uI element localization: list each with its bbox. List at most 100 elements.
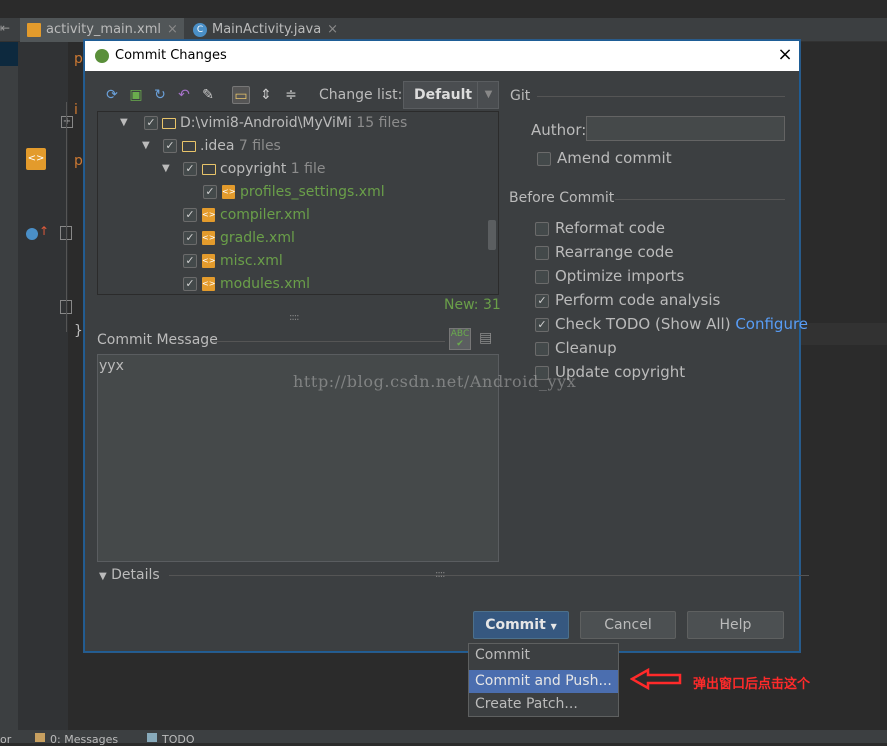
details-toggle[interactable]: ▼ Details — [99, 567, 160, 583]
tab-scroll-left-icon[interactable]: ⇤ — [0, 21, 10, 35]
perform-code-analysis-checkbox[interactable]: ✓ Perform code analysis — [535, 291, 720, 311]
menu-item-commit[interactable]: Commit — [469, 644, 618, 667]
splitter-grip[interactable]: :::: — [435, 569, 446, 580]
collapse-triangle-icon: ▼ — [99, 571, 107, 582]
xml-file-icon — [27, 23, 41, 37]
show-diff-icon[interactable]: ▣ — [127, 86, 145, 104]
menu-item-commit-and-push[interactable]: Commit and Push... — [469, 670, 618, 693]
dialog-title: Commit Changes — [115, 48, 227, 63]
override-marker-icon[interactable] — [26, 228, 38, 240]
xml-file-icon: <> — [202, 208, 215, 222]
editor-tab-bar: ⇤ activity_main.xml × C MainActivity.java… — [0, 18, 887, 42]
menu-item-create-patch[interactable]: Create Patch... — [469, 693, 618, 716]
expand-all-icon[interactable]: ⇕ — [257, 86, 275, 104]
move-icon[interactable]: ↻ — [151, 86, 169, 104]
checkbox-label: Rearrange code — [555, 243, 674, 261]
tree-meta: 7 files — [238, 138, 281, 154]
tab-mainactivity-java[interactable]: C MainActivity.java × — [186, 18, 344, 42]
changed-files-tree: ▼ ✓ D:\vimi8-Android\MyViMi 15 files ▼ ✓… — [97, 111, 499, 295]
tree-name: D:\vimi8-Android\MyViMi — [180, 115, 352, 131]
code-text: i — [74, 102, 78, 118]
details-label: Details — [111, 567, 160, 583]
watermark: http://blog.csdn.net/Android_yyx — [293, 372, 577, 391]
checkbox-box[interactable] — [535, 270, 549, 284]
todo-tool-tab[interactable]: TODO — [162, 733, 195, 746]
edit-source-icon[interactable]: ✎ — [199, 86, 217, 104]
tree-checkbox[interactable]: ✓ — [183, 208, 197, 222]
tab-activity-main-xml[interactable]: activity_main.xml × — [20, 18, 184, 42]
expand-triangle-icon[interactable]: ▼ — [120, 112, 128, 134]
expand-triangle-icon[interactable]: ▼ — [162, 158, 170, 180]
separator — [213, 341, 445, 342]
tree-scrollbar[interactable] — [488, 220, 496, 250]
checkbox-box[interactable]: ✓ — [535, 318, 549, 332]
checkbox-box[interactable] — [535, 222, 549, 236]
optimize-imports-checkbox[interactable]: Optimize imports — [535, 267, 685, 287]
layout-file-icon[interactable]: <> — [26, 148, 46, 170]
xml-file-icon: <> — [222, 185, 235, 199]
checkbox-label: Reformat code — [555, 219, 665, 237]
cancel-button[interactable]: Cancel — [580, 611, 676, 639]
tab-close-icon[interactable]: × — [327, 22, 338, 37]
tree-checkbox[interactable]: ✓ — [144, 116, 158, 130]
messages-tool-tab[interactable]: 0: Messages — [50, 733, 118, 746]
help-button[interactable]: Help — [687, 611, 784, 639]
commit-message-text: yyx — [99, 358, 124, 374]
changelist-label: Change list: — [319, 87, 403, 103]
ide-left-selected — [0, 42, 18, 66]
expand-triangle-icon[interactable]: ▼ — [142, 135, 150, 157]
tree-name: compiler.xml — [220, 207, 310, 223]
amend-commit-checkbox[interactable]: Amend commit — [537, 149, 672, 169]
rearrange-code-checkbox[interactable]: Rearrange code — [535, 243, 674, 263]
commit-button[interactable]: Commit ▼ — [473, 611, 569, 639]
tree-name: .idea — [200, 138, 235, 154]
dialog-titlebar[interactable]: Commit Changes × — [85, 41, 799, 71]
separator — [537, 96, 785, 97]
reformat-code-checkbox[interactable]: Reformat code — [535, 219, 665, 239]
fold-expand-icon[interactable]: + — [61, 116, 73, 128]
ide-left-toolbar — [0, 42, 18, 730]
chevron-down-icon[interactable]: ▼ — [477, 81, 499, 109]
tree-name: modules.xml — [220, 276, 311, 292]
tree-checkbox[interactable]: ✓ — [183, 277, 197, 291]
folder-icon — [182, 141, 196, 152]
refresh-icon[interactable]: ⟳ — [103, 86, 121, 104]
close-button[interactable]: × — [775, 45, 795, 65]
revert-icon[interactable]: ↶ — [175, 86, 193, 104]
java-class-icon: C — [193, 23, 207, 37]
group-by-directory-icon[interactable]: ▭ — [232, 86, 250, 104]
checkbox-box[interactable] — [537, 152, 551, 166]
commit-changes-dialog: Commit Changes × ⟳ ▣ ↻ ↶ ✎ ▭ ⇕ ≑ Change … — [84, 40, 809, 652]
author-label: Author: — [531, 121, 587, 139]
checkbox-box[interactable] — [535, 342, 549, 356]
tree-checkbox[interactable]: ✓ — [183, 231, 197, 245]
implemented-arrow-icon: ↑ — [39, 224, 50, 238]
git-section-title: Git — [510, 88, 531, 104]
check-todo-checkbox[interactable]: ✓ Check TODO (Show All) Configure — [535, 315, 808, 335]
tree-checkbox[interactable]: ✓ — [183, 254, 197, 268]
checkbox-box[interactable] — [535, 246, 549, 260]
configure-link[interactable]: Configure — [735, 315, 808, 333]
author-input[interactable] — [586, 116, 785, 141]
tree-checkbox[interactable]: ✓ — [163, 139, 177, 153]
cleanup-checkbox[interactable]: Cleanup — [535, 339, 617, 359]
tab-close-icon[interactable]: × — [167, 22, 178, 37]
spellcheck-icon-text: ABC — [450, 329, 470, 339]
checkbox-box[interactable]: ✓ — [535, 294, 549, 308]
collapse-all-icon[interactable]: ≑ — [282, 86, 300, 104]
commit-button-label: Commit — [485, 617, 546, 633]
commit-message-label: Commit Message — [97, 332, 218, 348]
tree-checkbox[interactable]: ✓ — [183, 162, 197, 176]
tab-label: activity_main.xml — [46, 22, 162, 37]
splitter-grip[interactable]: :::: — [289, 312, 300, 323]
message-history-icon[interactable]: ▤ — [479, 330, 495, 348]
changelist-value: Default — [414, 87, 473, 103]
chevron-down-icon: ▼ — [550, 622, 557, 631]
spellcheck-icon[interactable]: ABC ✔ — [449, 328, 471, 350]
tree-checkbox[interactable]: ✓ — [203, 185, 217, 199]
separator — [615, 199, 785, 200]
checkbox-label: Optimize imports — [555, 267, 685, 285]
folder-icon — [162, 118, 176, 129]
xml-file-icon: <> — [202, 231, 215, 245]
menu-item-label: Create Patch... — [475, 696, 578, 712]
